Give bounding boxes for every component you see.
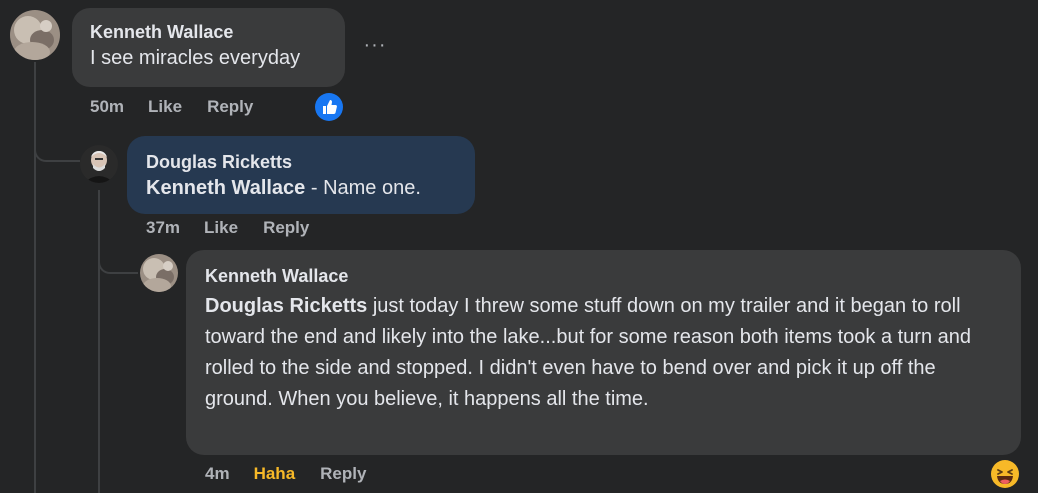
like-button[interactable]: Like bbox=[204, 218, 238, 238]
comment-actions: 50m Like Reply bbox=[90, 97, 278, 117]
like-reaction-icon[interactable] bbox=[315, 93, 343, 121]
comment-bubble: Kenneth Wallace I see miracles everyday bbox=[72, 8, 345, 87]
avatar[interactable] bbox=[10, 10, 60, 60]
comment-bubble: Kenneth Wallace Douglas Ricketts just to… bbox=[186, 250, 1021, 455]
haha-reaction-icon[interactable] bbox=[990, 459, 1020, 489]
comment-body: - Name one. bbox=[305, 177, 421, 199]
reply-button[interactable]: Reply bbox=[207, 97, 253, 117]
comment-author[interactable]: Kenneth Wallace bbox=[205, 265, 1002, 287]
avatar[interactable] bbox=[80, 145, 118, 183]
reply-button[interactable]: Reply bbox=[320, 464, 366, 484]
comment-timestamp[interactable]: 50m bbox=[90, 97, 124, 117]
comment-author[interactable]: Kenneth Wallace bbox=[90, 21, 327, 43]
comment-actions: 37m Like Reply bbox=[146, 218, 334, 238]
comment-text: Douglas Ricketts just today I threw some… bbox=[205, 291, 1002, 415]
comment-timestamp[interactable]: 4m bbox=[205, 464, 230, 484]
comment-bubble: Douglas Ricketts Kenneth Wallace - Name … bbox=[127, 136, 475, 214]
comment-text: I see miracles everyday bbox=[90, 47, 301, 69]
more-options-icon[interactable]: ··· bbox=[362, 32, 388, 58]
reply-button[interactable]: Reply bbox=[263, 218, 309, 238]
thread-connector bbox=[34, 120, 80, 162]
comment-author[interactable]: Douglas Ricketts bbox=[146, 151, 456, 173]
comment-actions: 4m Haha Reply bbox=[205, 464, 391, 484]
comment-text: Kenneth Wallace - Name one. bbox=[146, 173, 456, 204]
avatar[interactable] bbox=[140, 254, 178, 292]
thread-line bbox=[98, 190, 100, 493]
mention-link[interactable]: Kenneth Wallace bbox=[146, 177, 305, 199]
mention-link[interactable]: Douglas Ricketts bbox=[205, 295, 367, 317]
haha-button[interactable]: Haha bbox=[254, 464, 296, 484]
thread-connector bbox=[98, 238, 138, 274]
comment-timestamp[interactable]: 37m bbox=[146, 218, 180, 238]
comment-thread: Kenneth Wallace I see miracles everyday … bbox=[0, 0, 1038, 493]
like-button[interactable]: Like bbox=[148, 97, 182, 117]
